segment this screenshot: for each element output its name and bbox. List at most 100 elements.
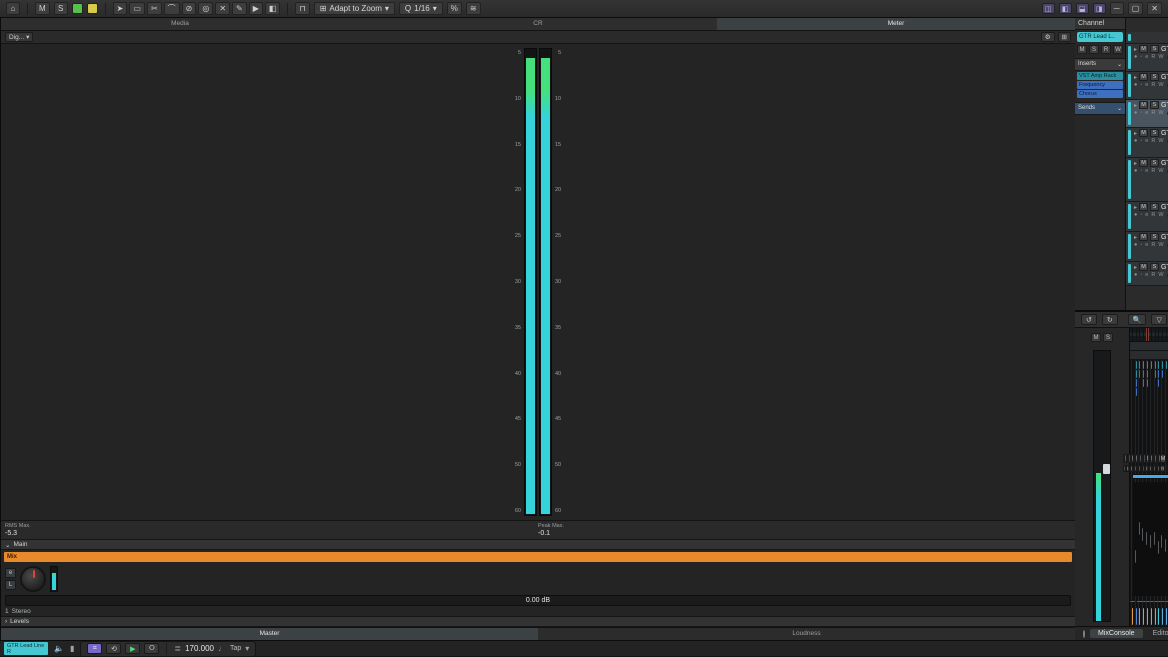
track-row[interactable] [1126, 32, 1168, 44]
track-control-icon[interactable]: e [1145, 110, 1148, 116]
track-control-icon[interactable]: e [1145, 138, 1148, 144]
iterative-quantize-button[interactable]: % [447, 2, 462, 15]
track-control-icon[interactable]: e [1145, 242, 1148, 248]
track-control-icon[interactable]: ● [1134, 110, 1137, 116]
search-icon[interactable]: 🔍 [1128, 314, 1147, 325]
close-button[interactable]: ✕ [1147, 2, 1162, 15]
track-control-icon[interactable]: ● [1134, 242, 1137, 248]
track-collapse-icon[interactable]: ▸ [1134, 160, 1137, 167]
track-solo-button[interactable]: S [1150, 101, 1159, 109]
track-solo-button[interactable]: S [1150, 263, 1159, 271]
track-collapse-icon[interactable]: ▸ [1134, 204, 1137, 211]
acoustic-feedback-chip[interactable] [87, 3, 98, 14]
track-control-icon[interactable]: ◦ [1140, 168, 1142, 174]
track-control-icon[interactable]: R [1151, 54, 1155, 60]
meter-source-dropdown[interactable]: Dig... ▾ [5, 32, 33, 42]
track-control-icon[interactable]: ● [1134, 138, 1137, 144]
track-collapse-icon[interactable]: ▸ [1134, 130, 1137, 137]
track-control-icon[interactable]: ◦ [1140, 212, 1142, 218]
track-row[interactable]: ▸MSGTR Accent Lead R●◦eRW [1126, 232, 1168, 262]
global-solo-button[interactable]: S [54, 2, 68, 15]
master-fader[interactable] [1093, 350, 1111, 622]
lower-zone-tab-mixconsole[interactable]: MixConsole [1090, 629, 1143, 638]
play-tool[interactable]: ▶ [249, 2, 263, 15]
track-control-icon[interactable]: ● [1134, 54, 1137, 60]
undo-icon[interactable]: ↺ [1081, 314, 1097, 325]
track-row[interactable]: ▸MSGTR Lead Line L●◦eRW [1126, 72, 1168, 100]
track-control-icon[interactable]: W [1158, 82, 1163, 88]
track-solo-button[interactable]: S [1150, 73, 1159, 81]
track-control-icon[interactable]: R [1151, 272, 1155, 278]
levels-section-header[interactable]: › Levels [1, 616, 1075, 627]
select-tool[interactable]: ➤ [113, 2, 128, 15]
listen-state-chip[interactable] [72, 3, 83, 14]
edit-channel-button[interactable]: e [5, 568, 16, 578]
track-control-icon[interactable]: ◦ [1140, 272, 1142, 278]
track-solo-button[interactable]: S [1150, 203, 1159, 211]
snap-type-dropdown[interactable]: ⊞ Adapt to Zoom ▾ [314, 2, 395, 15]
track-solo-button[interactable]: S [1150, 159, 1159, 167]
track-control-icon[interactable]: R [1151, 82, 1155, 88]
draw-tool[interactable]: ✎ [232, 2, 247, 15]
track-control-icon[interactable]: W [1158, 54, 1163, 60]
track-control-icon[interactable]: W [1158, 272, 1163, 278]
track-mute-button[interactable]: M [1139, 101, 1148, 109]
inspector-read-button[interactable]: R [1101, 45, 1111, 54]
right-zone-tab-cr[interactable]: CR [359, 18, 717, 30]
track-control-icon[interactable]: e [1145, 272, 1148, 278]
grid-icon[interactable]: ⊞ [1058, 32, 1071, 42]
insert-slot[interactable]: Frequency [1077, 81, 1123, 89]
track-control-icon[interactable]: R [1151, 138, 1155, 144]
minimize-button[interactable]: ─ [1110, 2, 1124, 15]
track-control-icon[interactable]: e [1145, 212, 1148, 218]
mute-tool[interactable]: ✕ [215, 2, 230, 15]
track-control-icon[interactable]: e [1145, 54, 1148, 60]
control-room-volume-knob[interactable] [20, 566, 46, 592]
zoom-tool[interactable]: ◎ [198, 2, 213, 15]
track-solo-button[interactable]: S [1150, 233, 1159, 241]
meter-tab-loudness[interactable]: Loudness [538, 628, 1075, 640]
track-row[interactable]: ▸MSGTR Long Strums●◦eRW [1126, 158, 1168, 202]
maximize-button[interactable]: ▢ [1128, 2, 1144, 15]
peak-max-value[interactable]: -0.1 [538, 530, 1071, 537]
insert-slot[interactable]: Chorus [1077, 90, 1123, 98]
track-row[interactable]: ▸MSGTR Lead Line R●◦eRW [1126, 100, 1168, 128]
track-control-icon[interactable]: ◦ [1140, 54, 1142, 60]
track-collapse-icon[interactable]: ▸ [1134, 74, 1137, 81]
track-control-icon[interactable]: W [1158, 110, 1163, 116]
rms-max-value[interactable]: -5.3 [5, 530, 538, 537]
right-zone-tab-meter[interactable]: Meter [717, 18, 1075, 30]
channel-mute-button[interactable]: M [1160, 454, 1167, 463]
lower-zone-tab-editor[interactable]: Editor [1145, 629, 1168, 638]
lower-zone-toggle[interactable]: ⬓ [1076, 3, 1089, 14]
tempo-mode[interactable]: Tap [230, 645, 241, 652]
tempo-value[interactable]: 170.000 [185, 644, 214, 653]
track-control-icon[interactable]: e [1145, 82, 1148, 88]
redo-icon[interactable]: ↻ [1102, 314, 1118, 325]
track-row[interactable]: ▸MSGTR Accent Lead L●◦eRW [1126, 202, 1168, 232]
track-control-icon[interactable]: R [1151, 168, 1155, 174]
track-control-icon[interactable]: ◦ [1140, 242, 1142, 248]
split-tool[interactable]: ✂ [147, 2, 162, 15]
inspector-track-name[interactable]: GTR Lead L.. [1077, 32, 1123, 42]
track-mute-button[interactable]: M [1139, 73, 1148, 81]
quantize-dropdown[interactable]: Q 1/16 ▾ [399, 2, 443, 15]
cycle-button[interactable]: ⟲ [106, 643, 121, 654]
audio-alignment-button[interactable]: ≋ [466, 2, 481, 15]
track-mute-button[interactable]: M [1139, 129, 1148, 137]
downmix-number[interactable]: 1 [5, 608, 9, 615]
range-tool[interactable]: ▭ [129, 2, 145, 15]
track-control-icon[interactable]: R [1151, 110, 1155, 116]
right-zone-tab-media[interactable]: Media [1, 18, 359, 30]
listen-button[interactable]: L [5, 580, 16, 590]
control-room-volume-value[interactable]: 0.00 dB [5, 595, 1071, 606]
play-button[interactable]: ▶ [125, 643, 140, 654]
glue-tool[interactable]: ⌒ [164, 2, 180, 15]
erase-tool[interactable]: ⊘ [182, 2, 197, 15]
track-control-icon[interactable]: ◦ [1140, 110, 1142, 116]
master-fader-cap[interactable] [1103, 464, 1110, 474]
track-solo-button[interactable]: S [1150, 129, 1159, 137]
filter-icon[interactable]: ▽ [1151, 314, 1166, 325]
track-mute-button[interactable]: M [1139, 263, 1148, 271]
metronome-button[interactable]: ⌗ [87, 643, 102, 654]
